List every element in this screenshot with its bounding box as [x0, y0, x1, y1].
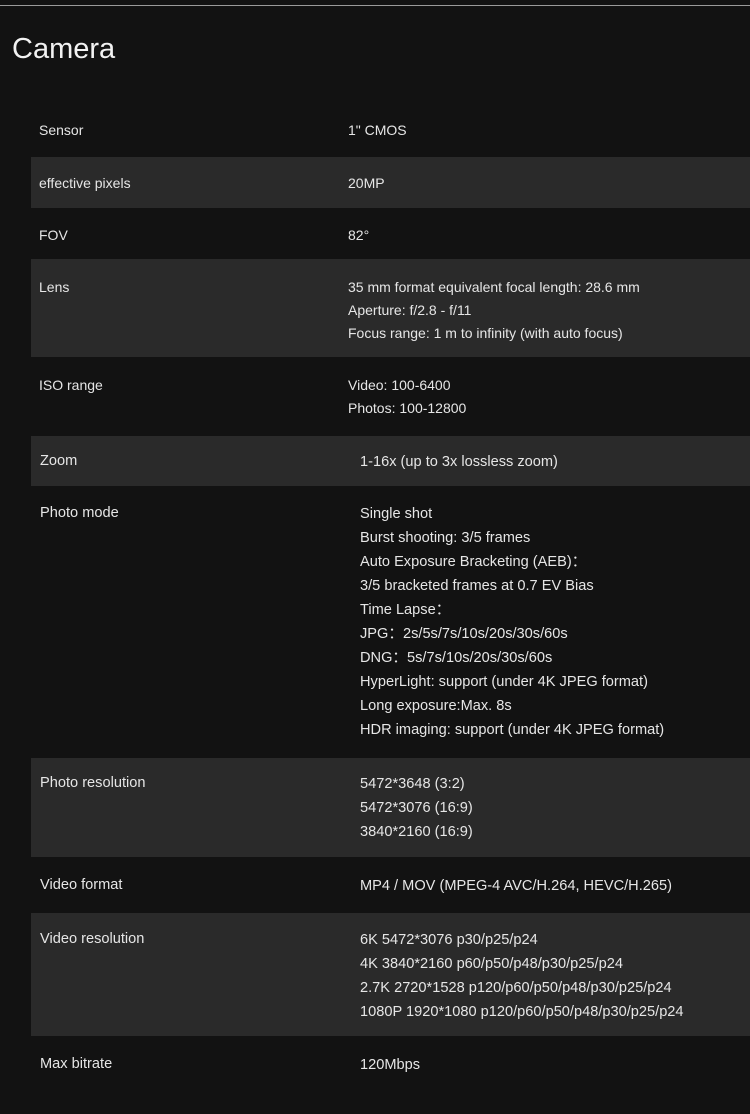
spec-value: Single shot Burst shooting: 3/5 frames A…	[360, 502, 750, 758]
spec-value-line: JPG：2s/5s/7s/10s/20s/30s/60s	[360, 626, 568, 642]
spec-value: 35 mm format equivalent focal length: 28…	[348, 276, 750, 357]
spec-value-line: 1-16x (up to 3x lossless zoom)	[360, 454, 558, 470]
spec-row-photo-resolution: Photo resolution 5472*3648 (3:2) 5472*30…	[31, 758, 750, 857]
spec-value-line: Focus range: 1 m to infinity (with auto …	[348, 325, 623, 341]
spec-value-line: Video: 100-6400	[348, 377, 451, 393]
spec-label: Zoom	[40, 453, 78, 469]
page: Camera Sensor 1" CMOS effective pixels 2…	[0, 0, 750, 1114]
spec-row-fov: FOV 82°	[31, 208, 750, 259]
spec-label: Video format	[40, 877, 123, 893]
spec-value-line: Long exposure:Max. 8s	[360, 698, 512, 714]
spec-value: 6K 5472*3076 p30/p25/p24 4K 3840*2160 p6…	[360, 928, 750, 1036]
spec-value-line: Burst shooting: 3/5 frames	[360, 530, 531, 546]
spec-value-line: 1" CMOS	[348, 122, 407, 138]
spec-row-max-bitrate: Max bitrate 120Mbps	[31, 1036, 750, 1092]
spec-row-sensor: Sensor 1" CMOS	[31, 105, 750, 157]
spec-row-lens: Lens 35 mm format equivalent focal lengt…	[31, 259, 750, 357]
spec-label: Photo resolution	[40, 775, 146, 791]
spec-value-line: 1080P 1920*1080 p120/p60/p50/p48/p30/p25…	[360, 1004, 684, 1020]
spec-value-line: Auto Exposure Bracketing (AEB)：	[360, 554, 587, 570]
top-divider	[0, 5, 750, 6]
spec-value-line: 4K 3840*2160 p60/p50/p48/p30/p25/p24	[360, 956, 623, 972]
spec-value-line: 82°	[348, 227, 370, 243]
spec-value: 82°	[348, 224, 750, 259]
spec-label: ISO range	[39, 377, 103, 393]
spec-value-line: HyperLight: support (under 4K JPEG forma…	[360, 674, 648, 690]
spec-value-line: Time Lapse：	[360, 602, 451, 618]
spec-label: effective pixels	[39, 175, 131, 191]
spec-value: 5472*3648 (3:2) 5472*3076 (16:9) 3840*21…	[360, 772, 750, 857]
spec-value-line: HDR imaging: support (under 4K JPEG form…	[360, 722, 665, 738]
page-title: Camera	[12, 33, 116, 65]
spec-value: 20MP	[348, 172, 750, 208]
spec-value-line: 120Mbps	[360, 1057, 421, 1073]
spec-row-video-resolution: Video resolution 6K 5472*3076 p30/p25/p2…	[31, 913, 750, 1036]
spec-value: MP4 / MOV (MPEG-4 AVC/H.264, HEVC/H.265)	[360, 874, 750, 913]
spec-value-line: DNG：5s/7s/10s/20s/30s/60s	[360, 650, 553, 666]
spec-value-line: MP4 / MOV (MPEG-4 AVC/H.264, HEVC/H.265)	[360, 878, 672, 894]
spec-row-effective-pixels: effective pixels 20MP	[31, 157, 750, 208]
spec-row-zoom: Zoom 1-16x (up to 3x lossless zoom)	[31, 436, 750, 486]
spec-value-line: Aperture: f/2.8 - f/11	[348, 302, 472, 318]
spec-label: Video resolution	[40, 931, 145, 947]
spec-value-line: 6K 5472*3076 p30/p25/p24	[360, 932, 538, 948]
spec-row-video-format: Video format MP4 / MOV (MPEG-4 AVC/H.264…	[31, 857, 750, 913]
spec-label: FOV	[39, 227, 68, 243]
spec-value-line: 5472*3648 (3:2)	[360, 776, 465, 792]
spec-row-photo-mode: Photo mode Single shot Burst shooting: 3…	[31, 486, 750, 758]
spec-value: 120Mbps	[360, 1053, 750, 1092]
spec-table: Sensor 1" CMOS effective pixels 20MP FOV…	[31, 105, 750, 1092]
spec-value-line: 2.7K 2720*1528 p120/p60/p50/p48/p30/p25/…	[360, 980, 672, 996]
spec-label: Lens	[39, 279, 70, 295]
spec-value-line: 35 mm format equivalent focal length: 28…	[348, 279, 640, 295]
spec-value-line: Photos: 100-12800	[348, 400, 467, 416]
spec-label: Photo mode	[40, 505, 119, 521]
spec-value-line: Single shot	[360, 506, 433, 522]
spec-row-iso-range: ISO range Video: 100-6400 Photos: 100-12…	[31, 357, 750, 436]
spec-value: 1-16x (up to 3x lossless zoom)	[360, 450, 750, 486]
spec-value-line: 3840*2160 (16:9)	[360, 824, 473, 840]
spec-label: Max bitrate	[40, 1056, 113, 1072]
spec-value: Video: 100-6400 Photos: 100-12800	[348, 374, 750, 436]
spec-value: 1" CMOS	[348, 119, 750, 157]
spec-value-line: 20MP	[348, 175, 385, 191]
spec-value-line: 3/5 bracketed frames at 0.7 EV Bias	[360, 578, 594, 594]
spec-value-line: 5472*3076 (16:9)	[360, 800, 473, 816]
spec-label: Sensor	[39, 122, 84, 138]
